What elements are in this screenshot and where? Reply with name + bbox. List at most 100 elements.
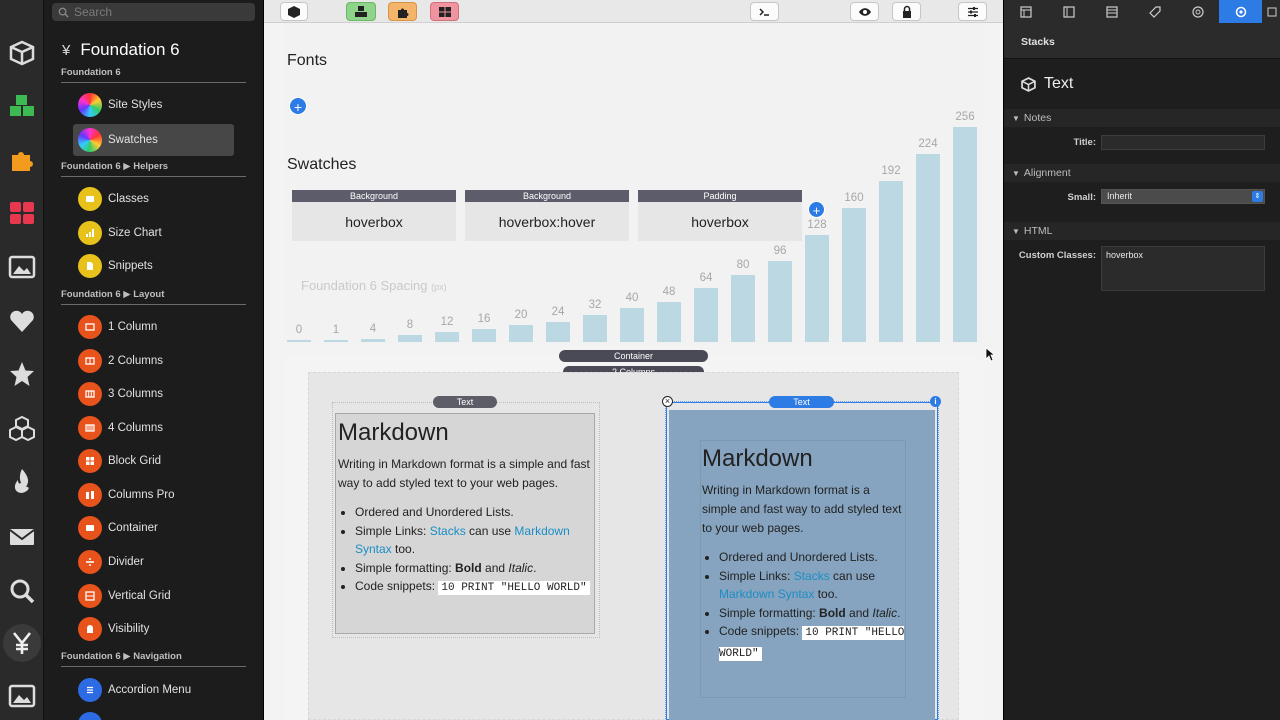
section-header: Foundation 6 ▶ Layout (61, 289, 246, 305)
group-label: HTML (1023, 225, 1053, 237)
star-icon[interactable] (4, 356, 40, 392)
library-item-classes[interactable]: Classes (73, 183, 234, 215)
list-text: . (533, 560, 537, 575)
text-stack-label-selected[interactable]: Text (769, 396, 834, 408)
code-snippet: 10 PRINT "HELLO WORLD" (438, 581, 590, 595)
spacing-bar (324, 340, 348, 342)
grid-icon (438, 6, 451, 17)
library-item-label: Snippets (108, 260, 153, 272)
visibility-icon (78, 617, 102, 641)
bar-chart-icon (78, 221, 102, 245)
cubes-icon[interactable] (4, 88, 40, 124)
tag-icon (1148, 5, 1161, 18)
yen-icon[interactable] (3, 624, 41, 662)
toolbar-preview-button[interactable] (850, 2, 879, 21)
swatches-heading: Swatches (287, 156, 357, 173)
toolbar-puzzle-button[interactable] (388, 2, 417, 21)
spacing-bar-label: 96 (773, 245, 787, 258)
library-item-1-column[interactable]: 1 Column (73, 311, 234, 343)
spacing-bar-label: 32 (588, 299, 602, 312)
tab-page-settings[interactable] (1047, 0, 1090, 23)
spacing-bar (435, 331, 459, 342)
library-item-label: Accordion Menu (108, 684, 192, 696)
add-stack-button[interactable]: + (289, 97, 307, 115)
library-item-size-chart[interactable]: Size Chart (73, 217, 234, 249)
stacked-cubes-icon[interactable] (4, 410, 40, 446)
mouse-cursor-icon (985, 347, 995, 362)
toolbar-terminal-button[interactable] (750, 2, 779, 21)
grid-icon[interactable] (4, 195, 40, 231)
library-item-label: Swatches (108, 134, 158, 146)
spacing-title-text: Foundation 6 Spacing (301, 278, 428, 293)
small-alignment-select[interactable]: Inherit ⇕ (1101, 189, 1265, 204)
small-label: Small: (1067, 192, 1096, 203)
toolbar-grid-button[interactable] (430, 2, 459, 21)
library-title: ¥ Foundation 6 (62, 40, 180, 60)
text-stack-label[interactable]: Text (433, 396, 497, 408)
tab-header[interactable] (1090, 0, 1133, 23)
photo-icon[interactable] (4, 678, 40, 714)
library-item-container[interactable]: Container (73, 512, 234, 544)
flame-icon[interactable] (4, 463, 40, 499)
delete-stack-icon[interactable]: × (662, 396, 673, 407)
title-field[interactable] (1101, 135, 1265, 150)
image-icon[interactable] (4, 249, 40, 285)
inspector-tabs (1004, 0, 1280, 23)
swatch-header: Padding (638, 190, 802, 202)
spacing-bar-label: 224 (918, 137, 938, 150)
list-text: Code snippets: (355, 579, 439, 593)
swatch-card[interactable]: Background hoverbox:hover (465, 190, 629, 241)
toolbar-box-button[interactable] (280, 2, 308, 21)
tab-publishing[interactable] (1176, 0, 1219, 23)
library-item-label: Vertical Grid (108, 590, 171, 602)
list-text: Simple formatting: (719, 605, 820, 620)
toolbar-settings-button[interactable] (958, 2, 987, 21)
search-icon[interactable] (4, 573, 40, 609)
page-canvas[interactable]: Fonts + Swatches Foundation 6 Spacing (p… (264, 0, 1003, 720)
html-group-toggle[interactable]: ▼ HTML (1004, 222, 1280, 240)
puzzle-icon[interactable] (4, 141, 40, 177)
toolbar-lock-button[interactable] (892, 2, 921, 21)
tab-stacks[interactable] (1219, 0, 1262, 23)
spacing-bar-label: 4 (369, 322, 377, 335)
tab-more[interactable] (1262, 0, 1280, 23)
library-item-columns-pro[interactable]: Columns Pro (73, 479, 234, 511)
notes-group-toggle[interactable]: ▼ Notes (1004, 109, 1280, 127)
custom-classes-field[interactable]: hoverbox (1101, 246, 1265, 291)
spacing-bar-label: 48 (662, 285, 676, 298)
library-title-text: Foundation 6 (80, 40, 180, 59)
mail-icon[interactable] (4, 519, 40, 555)
library-item-visibility[interactable]: Visibility (73, 613, 234, 645)
library-item-swatches[interactable]: Swatches (73, 124, 234, 156)
markdown-syntax-link[interactable]: Markdown Syntax (719, 587, 814, 601)
spacing-bar-label: 24 (551, 305, 565, 318)
library-item-label: Divider (108, 556, 144, 568)
swatch-card[interactable]: Background hoverbox (292, 190, 456, 241)
box-icon[interactable] (4, 35, 40, 71)
library-item-block-grid[interactable]: Block Grid (73, 445, 234, 477)
alignment-group-toggle[interactable]: ▼ Alignment (1004, 164, 1280, 182)
library-item-vertical-grid[interactable]: Vertical Grid (73, 580, 234, 612)
library-item-4-columns[interactable]: 4 Columns (73, 412, 234, 444)
library-search-input[interactable]: Search (52, 3, 255, 21)
toolbar-cubes-button[interactable] (346, 2, 376, 21)
library-item-3-columns[interactable]: 3 Columns (73, 378, 234, 410)
tab-page-layout[interactable] (1004, 0, 1047, 23)
container-label[interactable]: Container (559, 350, 708, 362)
swatch-card[interactable]: Padding hoverbox (638, 190, 802, 241)
library-item-2-columns[interactable]: 2 Columns (73, 345, 234, 377)
tab-seo[interactable] (1133, 0, 1176, 23)
more-icon (1267, 7, 1276, 16)
list-text: . (897, 605, 901, 620)
stacks-link[interactable]: Stacks (430, 524, 466, 538)
library-item-divider[interactable]: Divider (73, 546, 234, 578)
add-swatch-button[interactable]: + (808, 201, 825, 218)
group-label: Notes (1023, 112, 1052, 124)
library-item-snippets[interactable]: Snippets (73, 250, 234, 282)
info-icon[interactable]: i (930, 396, 941, 407)
italic-text: Italic (508, 560, 534, 575)
stacks-link[interactable]: Stacks (794, 569, 830, 583)
library-item-site-styles[interactable]: Site Styles (73, 89, 234, 121)
heart-icon[interactable] (4, 303, 40, 339)
library-item-accordion-menu[interactable]: Accordion Menu (73, 674, 234, 706)
